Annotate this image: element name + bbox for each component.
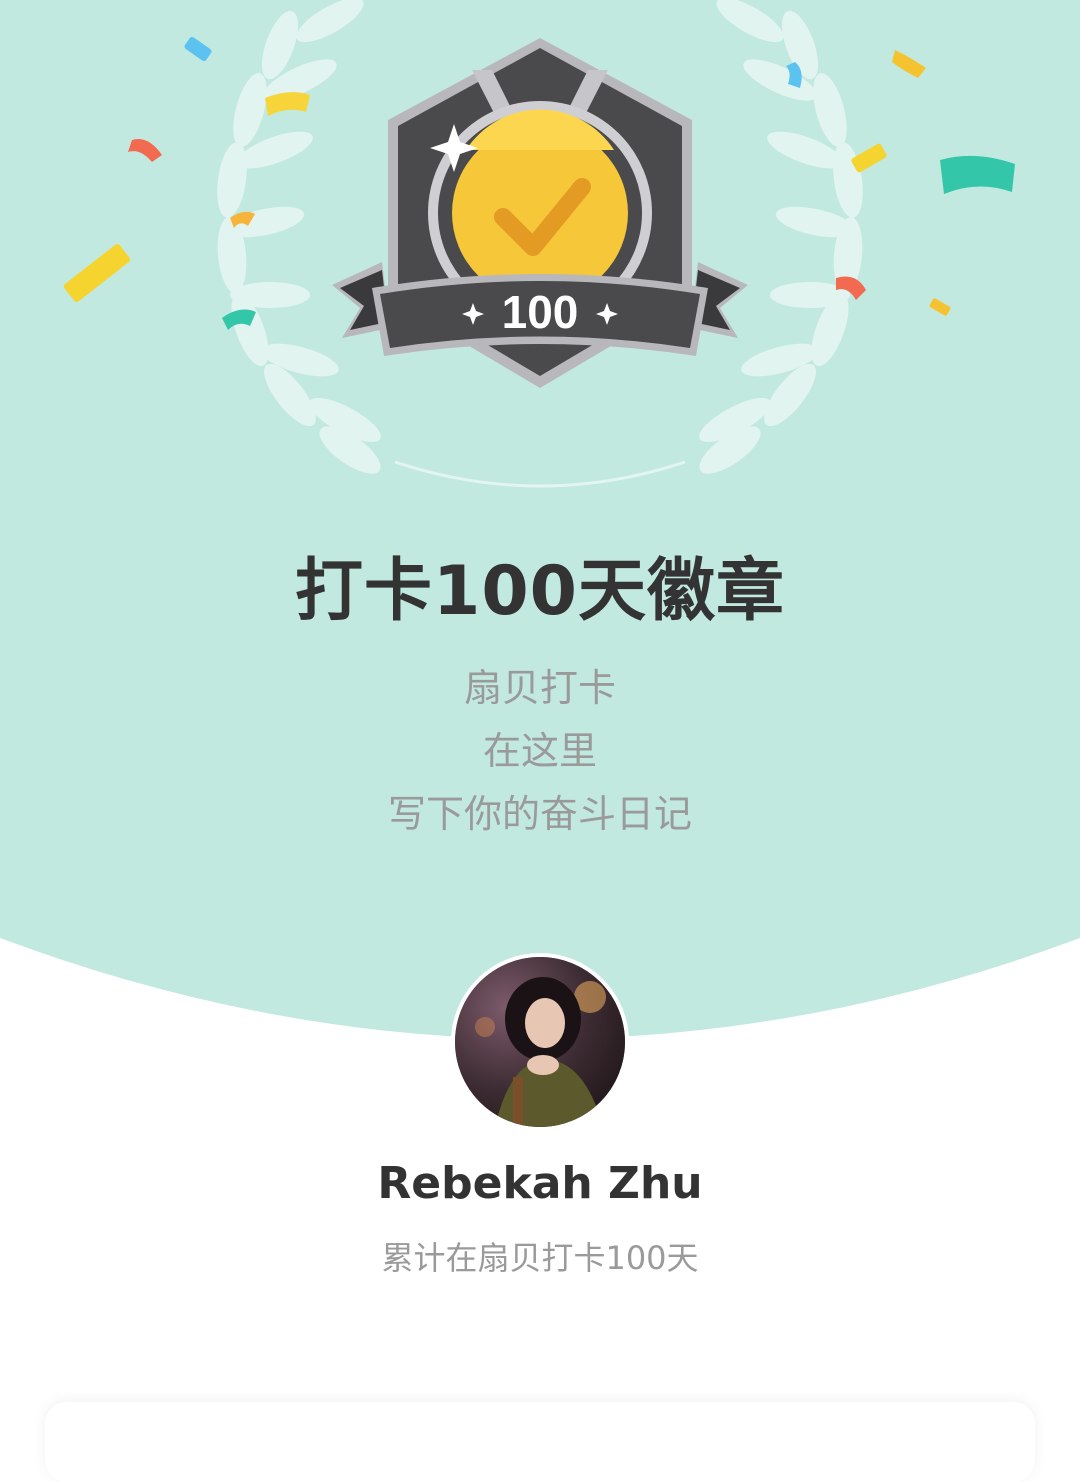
avatar[interactable] (451, 953, 629, 1131)
slogan-line: 写下你的奋斗日记 (387, 792, 692, 836)
slogan-line: 在这里 (482, 729, 597, 773)
slogan-text: 扇贝打卡 在这里 写下你的奋斗日记 (0, 657, 1080, 846)
bottom-card (45, 1402, 1035, 1482)
hero-section: 100 打卡100天徽章 扇贝打卡 在这里 写下你的奋斗日记 (0, 0, 1080, 1050)
user-name: Rebekah Zhu (377, 1158, 703, 1209)
user-avatar-image (455, 957, 625, 1127)
medal-badge-icon: 100 (332, 38, 748, 388)
checkin-stat: 累计在扇贝打卡100天 (381, 1239, 699, 1277)
badge-title: 打卡100天徽章 (295, 552, 785, 631)
slogan-line: 扇贝打卡 (463, 666, 616, 710)
badge-count-label: 100 (502, 286, 579, 338)
